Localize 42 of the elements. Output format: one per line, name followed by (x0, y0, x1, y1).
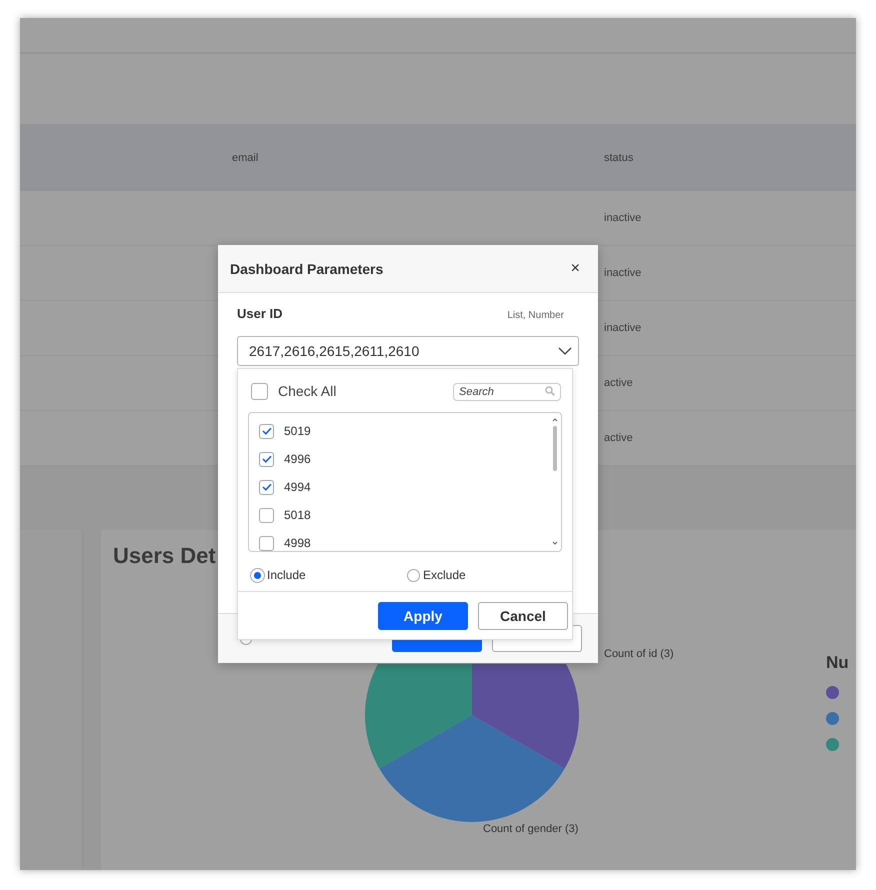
table-cell: active (604, 432, 633, 444)
checkbox-label[interactable]: 5018 (284, 508, 311, 522)
checkbox[interactable] (259, 508, 274, 522)
legend-title: Nu (826, 653, 849, 673)
checkbox[interactable] (259, 536, 274, 550)
dialog-title: Dashboard Parameters (230, 260, 384, 276)
check-icon (262, 455, 272, 463)
chevron-down-icon (558, 347, 572, 355)
checkbox-label[interactable]: 4998 (284, 536, 311, 550)
close-button[interactable]: × (564, 260, 586, 278)
cancel-button[interactable]: Cancel (478, 602, 568, 630)
checkbox-label[interactable]: 4994 (284, 480, 311, 494)
chart-label: Count of id (3) (604, 648, 674, 660)
scrollbar-thumb[interactable] (553, 426, 557, 471)
chart-label: Count of gender (3) (483, 823, 578, 835)
table-cell: inactive (604, 322, 642, 334)
checkbox[interactable] (259, 424, 274, 438)
radio-label[interactable]: Exclude (423, 568, 466, 582)
checkbox-label[interactable]: 4996 (284, 452, 311, 466)
chevron-down-icon[interactable] (552, 541, 558, 545)
check-icon (262, 483, 272, 491)
search-field[interactable]: Search (453, 383, 561, 401)
checkbox[interactable] (259, 480, 274, 494)
table-cell: inactive (604, 212, 642, 224)
apply-button[interactable]: Apply (378, 602, 468, 630)
search-icon (545, 386, 555, 396)
checkbox-label[interactable]: Check All (278, 383, 336, 399)
card-title: Users Det (113, 543, 216, 569)
checkbox[interactable] (259, 452, 274, 466)
check-icon (262, 427, 272, 435)
column-header: email (232, 152, 260, 164)
checkbox-label[interactable]: 5019 (284, 424, 311, 438)
radio-button[interactable] (407, 568, 420, 582)
column-header: status (604, 152, 634, 164)
select-field[interactable]: 2617,2616,2615,2611,2610 (237, 336, 579, 366)
parameter-label: User ID (237, 306, 283, 321)
chevron-up-icon[interactable] (552, 418, 558, 422)
radio-label[interactable]: Include (267, 568, 306, 582)
checkbox[interactable] (251, 382, 268, 400)
table-cell: active (604, 377, 633, 389)
parameter-type: List, Number (507, 310, 564, 321)
table-cell: inactive (604, 267, 642, 279)
